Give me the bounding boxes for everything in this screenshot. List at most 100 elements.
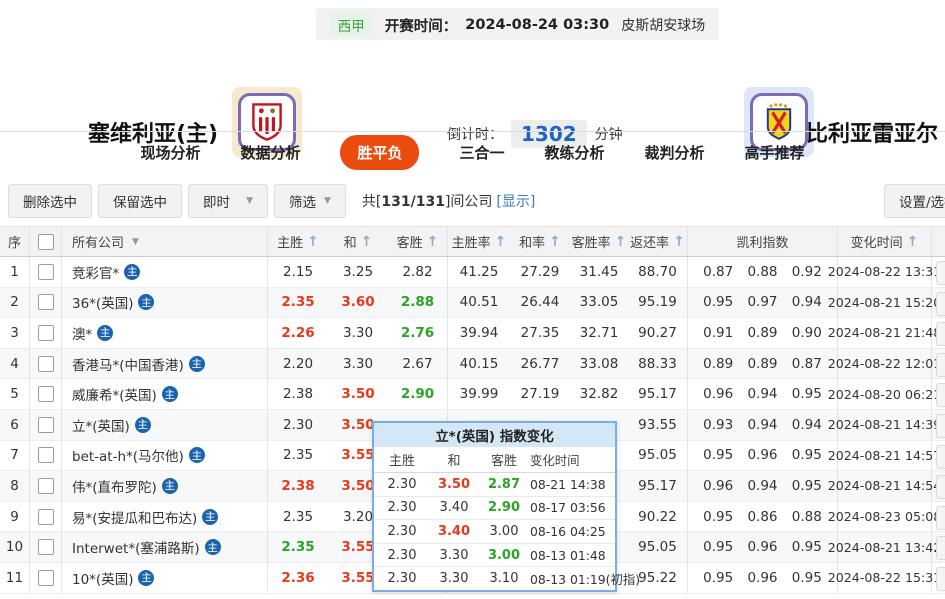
company-name[interactable]: 36*(英国) (72, 292, 133, 312)
odds-draw[interactable]: 3.30 (328, 318, 388, 348)
row-more-button[interactable] (936, 506, 945, 530)
company-cell[interactable]: 10*(英国)主 (62, 563, 268, 593)
col-home-odds[interactable]: 主胜↑ (268, 227, 328, 256)
col-draw-rate[interactable]: 和率↑ (510, 227, 570, 256)
row-checkbox[interactable] (38, 386, 54, 402)
odds-away[interactable]: 2.90 (388, 379, 448, 409)
col-away-odds[interactable]: 客胜↑ (388, 227, 448, 256)
row-more-button[interactable] (936, 475, 945, 499)
row-checkbox[interactable] (38, 294, 54, 310)
row-more-button[interactable] (936, 292, 945, 316)
company-name[interactable]: bet-at-h*(马尔他) (72, 445, 184, 465)
sort-asc-icon[interactable]: ↑ (361, 234, 373, 250)
company-cell[interactable]: 威廉希*(英国)主 (62, 379, 268, 409)
company-cell[interactable]: 香港马*(中国香港)主 (62, 349, 268, 379)
sort-asc-icon[interactable]: ↑ (673, 234, 685, 250)
odds-away[interactable]: 2.76 (388, 318, 448, 348)
odds-draw[interactable]: 3.30 (328, 349, 388, 379)
tab-coach-analysis[interactable]: 教练分析 (545, 142, 605, 163)
row-checkbox[interactable] (38, 539, 54, 555)
col-return-rate[interactable]: 返还率↑ (628, 227, 688, 256)
col-away-rate[interactable]: 客胜率↑ (570, 227, 628, 256)
filter-dropdown[interactable]: 筛选 ▼ (274, 184, 346, 218)
row-checkbox[interactable] (38, 570, 54, 586)
company-cell[interactable]: Interwet*(塞浦路斯)主 (62, 532, 268, 562)
odds-draw[interactable]: 3.25 (328, 257, 388, 287)
select-all-checkbox[interactable] (38, 234, 54, 250)
row-more-button[interactable] (936, 322, 945, 346)
company-name[interactable]: 10*(英国) (72, 568, 133, 588)
company-cell[interactable]: 立*(英国)主 (62, 410, 268, 440)
company-name[interactable]: 澳* (72, 323, 92, 343)
odds-home[interactable]: 2.20 (268, 349, 328, 379)
col-home-rate[interactable]: 主胜率↑ (448, 227, 510, 256)
odds-home[interactable]: 2.38 (268, 471, 328, 501)
company-name[interactable]: 伟*(直布罗陀) (72, 476, 157, 496)
company-name[interactable]: 立*(英国) (72, 415, 130, 435)
row-more-button[interactable] (936, 261, 945, 285)
sort-asc-icon[interactable]: ↑ (907, 234, 919, 250)
instant-dropdown[interactable]: 即时 ▼ (188, 184, 268, 218)
odds-away[interactable]: 2.82 (388, 257, 448, 287)
odds-home[interactable]: 2.35 (268, 532, 328, 562)
row-more-button[interactable] (936, 414, 945, 438)
company-cell[interactable]: 竞彩官*主 (62, 257, 268, 287)
tab-referee-analysis[interactable]: 裁判分析 (645, 142, 705, 163)
odds-home[interactable]: 2.38 (268, 379, 328, 409)
show-link[interactable]: [显示] (496, 191, 535, 211)
delete-selected-button[interactable]: 删除选中 (8, 184, 92, 218)
odds-home[interactable]: 2.35 (268, 441, 328, 471)
company-name[interactable]: 威廉希*(英国) (72, 384, 157, 404)
company-cell[interactable]: 易*(安提瓜和巴布达)主 (62, 502, 268, 532)
row-checkbox[interactable] (38, 264, 54, 280)
sort-asc-icon[interactable]: ↑ (307, 234, 319, 250)
tab-win-draw-lose[interactable]: 胜平负 (340, 135, 419, 170)
settings-button[interactable]: 设置/选择 (884, 184, 945, 218)
tab-data-analysis[interactable]: 数据分析 (240, 142, 300, 163)
return-rate: 90.22 (628, 502, 688, 532)
odds-home[interactable]: 2.35 (268, 288, 328, 318)
row-checkbox[interactable] (38, 417, 54, 433)
row-checkbox[interactable] (38, 509, 54, 525)
company-name[interactable]: 易*(安提瓜和巴布达) (72, 507, 197, 527)
chevron-down-icon: ▼ (324, 196, 331, 206)
col-change-time[interactable]: 变化时间↑ (838, 227, 932, 256)
company-cell[interactable]: 澳*主 (62, 318, 268, 348)
sort-asc-icon[interactable]: ↑ (615, 234, 627, 250)
odds-away[interactable]: 2.88 (388, 288, 448, 318)
odds-home[interactable]: 2.35 (268, 502, 328, 532)
odds-home[interactable]: 2.36 (268, 563, 328, 593)
company-name[interactable]: Interwet*(塞浦路斯) (72, 537, 200, 557)
sort-asc-icon[interactable]: ↑ (427, 234, 439, 250)
company-cell[interactable]: bet-at-h*(马尔他)主 (62, 441, 268, 471)
tab-three-in-one[interactable]: 三合一 (459, 142, 504, 163)
row-more-button[interactable] (936, 353, 945, 377)
company-cell[interactable]: 伟*(直布罗陀)主 (62, 471, 268, 501)
row-more-button[interactable] (936, 567, 945, 591)
company-cell[interactable]: 36*(英国)主 (62, 288, 268, 318)
popup-home-odds: 2.30 (374, 497, 430, 520)
row-checkbox[interactable] (38, 356, 54, 372)
odds-draw[interactable]: 3.60 (328, 288, 388, 318)
company-name[interactable]: 香港马*(中国香港) (72, 354, 184, 374)
row-more-button[interactable] (936, 445, 945, 469)
tab-live-analysis[interactable]: 现场分析 (140, 142, 200, 163)
row-checkbox[interactable] (38, 325, 54, 341)
odds-home[interactable]: 2.26 (268, 318, 328, 348)
row-checkbox[interactable] (38, 478, 54, 494)
col-company[interactable]: 所有公司 ▼ (62, 227, 268, 256)
row-checkbox[interactable] (38, 447, 54, 463)
keep-selected-button[interactable]: 保留选中 (98, 184, 182, 218)
col-draw-odds[interactable]: 和↑ (328, 227, 388, 256)
tab-expert-picks[interactable]: 高手推荐 (745, 142, 805, 163)
odds-home[interactable]: 2.30 (268, 410, 328, 440)
row-more-button[interactable] (936, 383, 945, 407)
odds-away[interactable]: 2.67 (388, 349, 448, 379)
row-more-button[interactable] (936, 536, 945, 560)
company-name[interactable]: 竞彩官* (72, 262, 119, 282)
sort-asc-icon[interactable]: ↑ (549, 234, 561, 250)
sort-asc-icon[interactable]: ↑ (495, 234, 507, 250)
odds-draw[interactable]: 3.50 (328, 379, 388, 409)
odds-home[interactable]: 2.15 (268, 257, 328, 287)
kelly-value: 0.95 (787, 386, 827, 402)
